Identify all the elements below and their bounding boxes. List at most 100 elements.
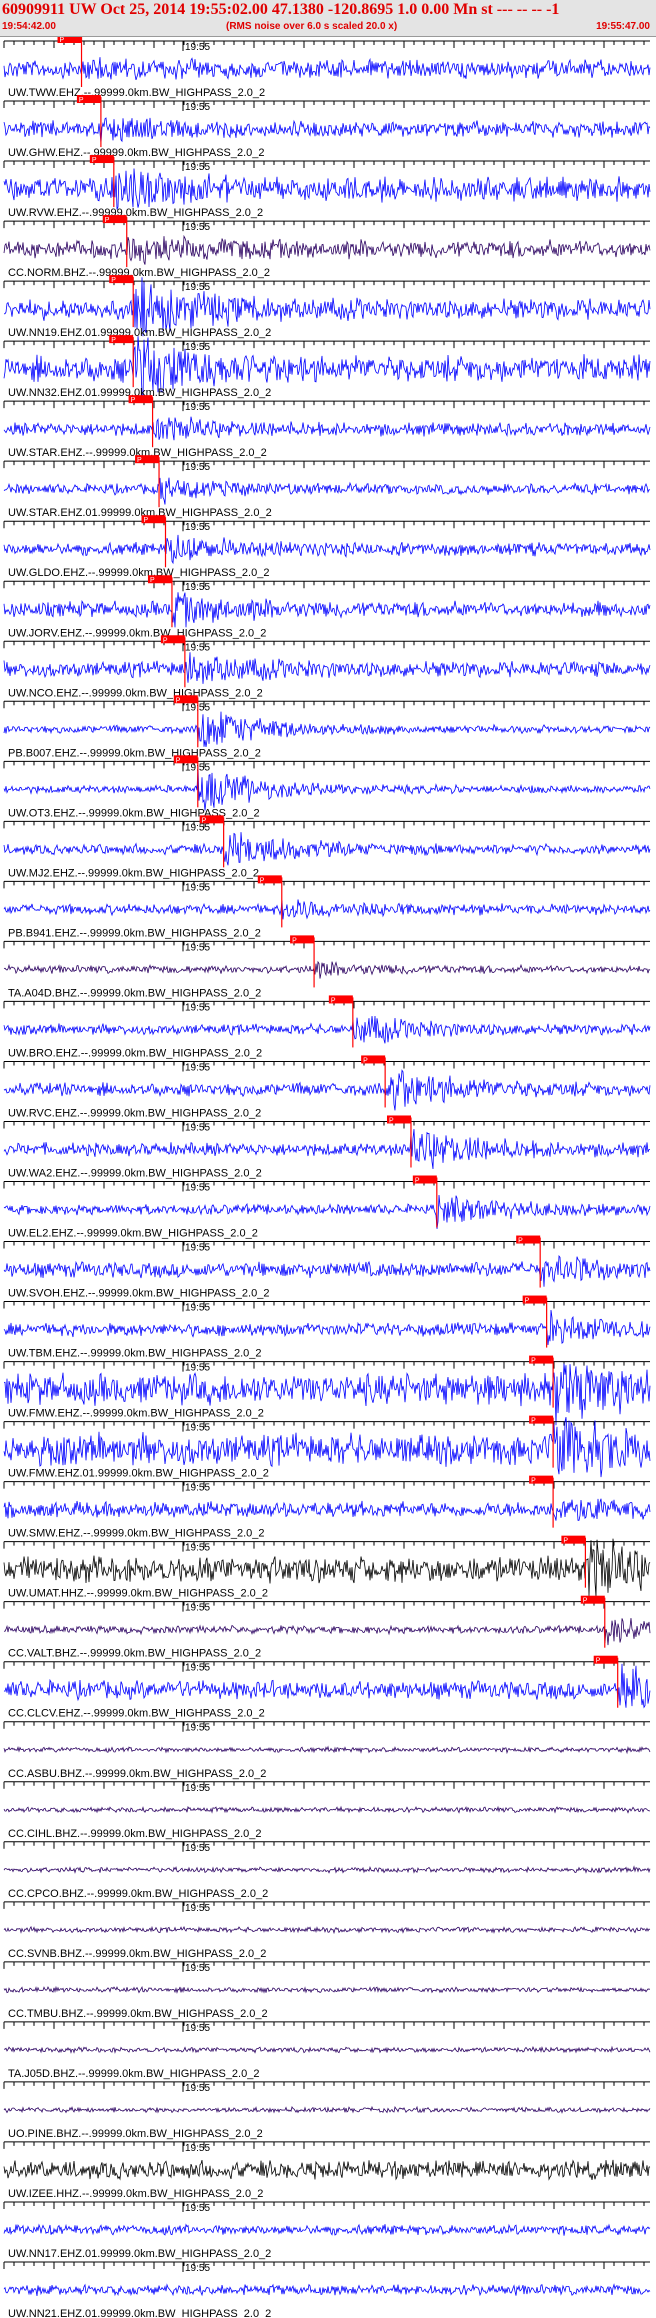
pick-label: P [518,1238,523,1245]
waveform [3,711,651,747]
trace-label: UW.WA2.EHZ.--.99999.0km.BW_HIGHPASS_2.0_… [8,1168,262,1180]
trace-label: UW.IZEE.HHZ.--.99999.0km.BW_HIGHPASS_2.0… [8,2188,263,2200]
time-tick-label: 19:55 [185,1723,210,1734]
pick-label: P [144,517,149,524]
seismogram-plot: 19:55PUW.TWW.EHZ.--.99999.0km.BW_HIGHPAS… [3,37,651,2318]
waveform [3,2045,651,2054]
waveform [3,2223,651,2236]
trace-row: 19:55 UW.NN21.EHZ.01.99999.0km.BW_HIGHPAS… [3,2261,651,2318]
pick-label: P [176,697,181,704]
pick-label: P [92,157,97,164]
trace-label: CC.SVNB.BHZ.--.99999.0km.BW_HIGHPASS_2.0… [8,1948,266,1960]
pick-label: P [163,637,168,644]
trace-row: 19:55 P UW.SMW.EHZ.--.99999.0km.BW_HIGHPAS… [3,1475,651,1540]
trace-row: 19:55 P CC.CLCV.EHZ.--.99999.0km.BW_HIGHPA… [3,1655,651,1720]
trace-row: 19:55 P UW.BRO.EHZ.--.99999.0km.BW_HIGHPAS… [3,995,651,1059]
time-tick-label: 19:55 [185,42,210,53]
trace-row: 19:55 UW.IZEE.HHZ.--.99999.0km.BW_HIGHPAS… [3,2141,651,2200]
trace-row: 19:55P UW.MJ2.EHZ.--.99999.0km.BW_HIGHPAS… [3,815,651,879]
record-header: 60909911 UW Oct 25, 2014 19:55:02.00 47.… [0,0,656,37]
time-tick-label: 19:55 [185,1183,210,1194]
time-tick-label: 19:55 [185,642,210,653]
time-tick-label: 19:55 [185,1843,210,1854]
trace-label: UW.STAR.EHZ.01.99999.0km.BW_HIGHPASS_2.0… [8,507,272,519]
trace-row: 19:55 CC.SVNB.BHZ.--.99999.0km.BW_HIGHPAS… [3,1901,651,1960]
trace-row: 19:55 P UW.TWW.EHZ.--.99999.0km.BW_HIGHPAS… [3,37,651,99]
time-tick-label: 19:55 [185,1243,210,1254]
trace-label: UW.JORV.EHZ.--.99999.0km.BW_HIGHPASS_2.0… [8,627,266,639]
trace-row: 19:55 P CC.NORM.BHZ.--.99999.0km.BW_HIGHPA… [3,215,651,279]
trace-row: 19:55 TA.J05D.BHZ.--.99999.0km.BW_HIGHPAS… [3,2021,651,2080]
waveform [3,1015,651,1044]
trace-label: UW.GLDO.EHZ.--.99999.0km.BW_HIGHPASS_2.0… [8,567,269,579]
time-tick-label: 19:55 [185,1783,210,1794]
start-time-label: 19:54:42.00 [2,21,56,32]
trace-row: 19:55 P UW.TBM.EHZ.--.99999.0km.BW_HIGHPAS… [3,1295,651,1360]
time-tick-label: 19:55 [185,1483,210,1494]
trace-label: UW.BRO.EHZ.--.99999.0km.BW_HIGHPASS_2.0_… [8,1047,262,1059]
waveform [3,477,651,505]
waveform [3,899,651,920]
time-tick-label: 19:55 [185,342,210,353]
time-tick-label: 19:55 [185,1002,210,1013]
time-tick-label: 19:55 [185,1963,210,1974]
waveform [3,652,651,684]
trace-label: UW.EL2.EHZ.--.99999.0km.BW_HIGHPASS_2.0_… [8,1228,258,1240]
pick-label: P [363,1057,368,1064]
time-tick-label: 19:55 [185,102,210,113]
time-tick-label: 19:55 [185,1663,210,1674]
time-tick-label: 19:55 [185,582,210,593]
waveform [3,1805,650,1814]
waveform [3,765,651,811]
trace-label: UW.FMW.EHZ.--.99999.0km.BW_HIGHPASS_2.0_… [8,1408,264,1420]
trace-label: UO.PINE.BHZ.--.99999.0km.BW_HIGHPASS_2.0… [8,2128,263,2140]
trace-label: TA.J05D.BHZ.--.99999.0km.BW_HIGHPASS_2.0… [8,2068,259,2080]
event-title: 60909911 UW Oct 25, 2014 19:55:02.00 47.… [2,1,560,18]
time-tick-label: 19:55 [185,1903,210,1914]
trace-label: CC.CPCO.BHZ.--.99999.0km.BW_HIGHPASS_2.0… [8,1888,268,1900]
waveform [3,2159,651,2181]
trace-label: UW.TBM.EHZ.--.99999.0km.BW_HIGHPASS_2.0_… [8,1348,261,1360]
waveform [3,1618,651,1646]
waveform [3,832,651,866]
trace-row: 19:55 P UW.RVW.EHZ.--.99999.0km.BW_HIGHPAS… [3,155,651,219]
pick-label: P [525,1298,530,1305]
time-tick-label: 19:55 [185,282,210,293]
pick-label: P [331,997,336,1004]
trace-label: UW.UMAT.HHZ.--.99999.0km.BW_HIGHPASS_2.0… [8,1588,268,1600]
trace-row: 19:55 P CC.VALT.BHZ.--.99999.0km.BW_HIGHPA… [3,1595,651,1660]
time-tick-label: 19:55 [185,822,210,833]
pick-label: P [531,1478,536,1485]
waveform [3,1069,651,1111]
time-tick-label: 19:55 [185,2203,210,2214]
pick-label: P [150,577,155,584]
waveform [3,1129,651,1170]
waveform [3,1663,651,1709]
trace-row: 19:55 UO.PINE.BHZ.--.99999.0km.BW_HIGHPAS… [3,2081,651,2140]
pick-label: P [202,817,207,824]
time-tick-label: 19:55 [185,2083,210,2094]
pick-label: P [531,1358,536,1365]
waveform [3,1309,651,1346]
trace-row: 19:55PPB.B007.EHZ.--.99999.0km.BW_HIGHPA… [3,695,651,759]
pick-label: P [596,1658,601,1665]
trace-label: CC.CIHL.BHZ.--.99999.0km.BW_HIGHPASS_2.0… [8,1828,262,1840]
trace-label: UW.RVC.EHZ.--.99999.0km.BW_HIGHPASS_2.0_… [8,1107,261,1119]
trace-label: UW.SMW.EHZ.--.99999.0km.BW_HIGHPASS_2.0_… [8,1528,265,1540]
pick-label: P [531,1418,536,1425]
time-tick-label: 19:55 [185,522,210,533]
time-tick-label: 19:55 [185,402,210,413]
trace-label: UW.NN17.EHZ.01.99999.0km.BW_HIGHPASS_2.0… [8,2248,271,2260]
trace-label: UW.NN21.EHZ.01.99999.0km.BW_HIGHPASS_2.0… [8,2308,271,2318]
time-tick-label: 19:55 [185,1543,210,1554]
waveform [3,2283,651,2297]
trace-row: 19:55 CC.CIHL.BHZ.--.99999.0km.BW_HIGHPAS… [3,1781,650,1840]
pick-label: P [137,457,142,464]
trace-row: 19:55 P UW.RVC.EHZ.--.99999.0km.BW_HIGHPAS… [3,1055,651,1119]
time-tick-label: 19:55 [185,1603,210,1614]
trace-label: UW.GHW.EHZ.--.99999.0km.BW_HIGHPASS_2.0_… [8,147,265,159]
time-tick-label: 19:55 [185,2143,210,2154]
time-tick-label: 19:55 [185,222,210,233]
waveform [3,1745,651,1755]
trace-row: 19:55 P UW.NN19.EHZ.01.99999.0km.BW_HIGHPA… [3,275,651,339]
